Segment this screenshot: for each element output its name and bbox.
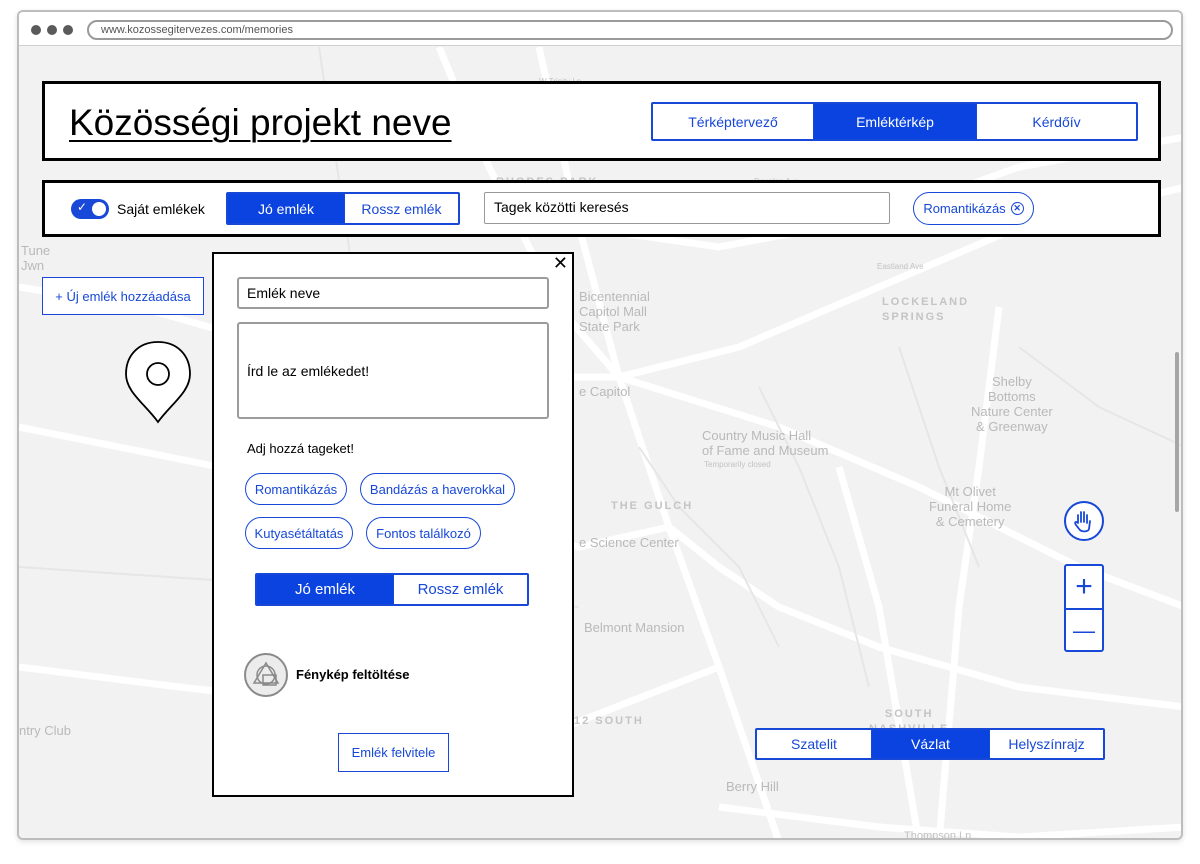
tab-memory-map[interactable]: Emléktérkép	[814, 104, 977, 139]
close-icon[interactable]: ✕	[553, 254, 568, 272]
shapes-icon	[252, 661, 280, 686]
map-pin-icon[interactable]	[123, 304, 193, 426]
map-label-lockeland: LOCKELAND SPRINGS	[882, 296, 970, 323]
url-bar[interactable]: www.kozossegitervezes.com/memories	[87, 20, 1173, 40]
browser-window: www.kozossegitervezes.com/memories Bicen…	[17, 10, 1183, 840]
zoom-out-button[interactable]: —	[1066, 610, 1102, 652]
own-memories-toggle[interactable]: ✓	[71, 199, 109, 219]
filter-bar: ✓ Saját emlékek Jó emlék Rossz emlék Tag…	[42, 180, 1161, 237]
layer-sketch[interactable]: Vázlat	[872, 730, 990, 758]
pan-hand-button[interactable]	[1064, 501, 1104, 541]
tag-chip-important-meeting[interactable]: Fontos találkozó	[366, 517, 481, 549]
layer-site-plan[interactable]: Helyszínrajz	[990, 730, 1103, 758]
tag-chip-dog-walking[interactable]: Kutyasétáltatás	[245, 517, 353, 549]
browser-titlebar: www.kozossegitervezes.com/memories	[19, 12, 1181, 46]
window-control-maximize[interactable]	[63, 25, 73, 35]
memory-description-textarea[interactable]: Írd le az emlékedet!	[237, 322, 549, 419]
map-label-tune-jwn: Tune Jwn	[21, 243, 51, 273]
memory-name-input[interactable]: Emlék neve	[237, 277, 549, 309]
map-label-eastland: Eastland Ave	[877, 262, 924, 271]
map-label-the-gulch: THE GULCH	[611, 500, 694, 512]
filter-good-memory[interactable]: Jó emlék	[228, 194, 345, 223]
map-layer-switcher: Szatelit Vázlat Helyszínrajz	[755, 728, 1105, 760]
memory-type-selector: Jó emlék Rossz emlék	[255, 573, 529, 606]
page-scrollbar[interactable]	[1175, 352, 1179, 512]
zoom-control: + —	[1064, 564, 1104, 652]
app-header: Közösségi projekt neve Térképtervező Eml…	[42, 81, 1161, 161]
map-label-temporarily-closed: Temporarily closed	[704, 460, 771, 469]
own-memories-label: Saját emlékek	[117, 201, 205, 217]
map-label-berry-hill: Berry Hill	[726, 779, 779, 794]
window-control-minimize[interactable]	[47, 25, 57, 35]
map-label-mt-olivet: Mt Olivet Funeral Home & Cemetery	[929, 484, 1012, 529]
map-label-science-center: e Science Center	[579, 535, 679, 550]
memory-type-filter: Jó emlék Rossz emlék	[226, 192, 460, 225]
map-label-country-club: ntry Club	[19, 723, 72, 738]
check-icon: ✓	[77, 200, 88, 214]
new-memory-dialog: ✕ Emlék neve Írd le az emlékedet! Adj ho…	[212, 252, 574, 797]
map-label-country-music: Country Music Hall of Fame and Museum	[702, 428, 829, 458]
map-label-bicentennial: Bicentennial Capitol Mall State Park	[579, 289, 650, 334]
map-label-12-south: 12 SOUTH	[574, 715, 644, 727]
tags-label: Adj hozzá tageket!	[247, 441, 354, 456]
map-label-capitol: e Capitol	[579, 384, 631, 399]
main-tabs: Térképtervező Emléktérkép Kérdőív	[651, 102, 1138, 141]
zoom-in-button[interactable]: +	[1066, 566, 1102, 608]
map-canvas[interactable]: RHODES PARK Bicentennial Capitol Mall St…	[19, 47, 1181, 840]
photo-upload-icon[interactable]	[244, 653, 288, 697]
remove-tag-icon[interactable]: ✕	[1010, 202, 1024, 215]
tab-questionnaire[interactable]: Kérdőív	[977, 104, 1136, 139]
tag-search-input[interactable]: Tagek közötti keresés	[484, 192, 890, 224]
layer-satellite[interactable]: Szatelit	[757, 730, 872, 758]
good-memory-option[interactable]: Jó emlék	[257, 575, 394, 604]
submit-memory-button[interactable]: Emlék felvitele	[338, 733, 449, 772]
filter-bad-memory[interactable]: Rossz emlék	[345, 194, 458, 223]
map-label-belmont: Belmont Mansion	[584, 620, 685, 635]
active-tag-label: Romantikázás	[923, 201, 1006, 216]
map-label-shelby: Shelby Bottoms Nature Center & Greenway	[971, 374, 1053, 434]
photo-upload-label[interactable]: Fénykép feltöltése	[296, 667, 409, 682]
tab-map-planner[interactable]: Térképtervező	[653, 104, 814, 139]
tag-chip-hanging-out[interactable]: Bandázás a haverokkal	[360, 473, 515, 505]
map-label-thompson: Thompson Ln	[904, 830, 972, 840]
toggle-knob	[92, 202, 106, 216]
tag-chip-romance[interactable]: Romantikázás	[245, 473, 347, 505]
project-title: Közösségi projekt neve	[69, 102, 452, 143]
bad-memory-option[interactable]: Rossz emlék	[394, 575, 527, 604]
window-control-close[interactable]	[31, 25, 41, 35]
active-tag-chip[interactable]: Romantikázás ✕	[913, 192, 1034, 225]
hand-icon	[1074, 511, 1091, 533]
